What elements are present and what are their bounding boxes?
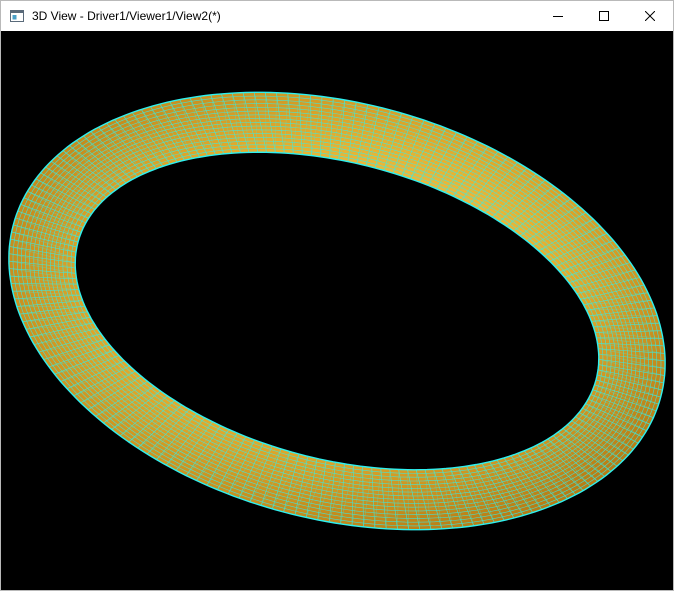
- window-app-icon: [10, 10, 24, 22]
- window-title: 3D View - Driver1/Viewer1/View2(*): [32, 9, 221, 23]
- close-icon: [645, 11, 655, 21]
- maximize-button[interactable]: [581, 1, 627, 31]
- close-button[interactable]: [627, 1, 673, 31]
- minimize-icon: [553, 16, 563, 17]
- viewer-window: 3D View - Driver1/Viewer1/View2(*): [0, 0, 674, 591]
- torus-model[interactable]: [1, 31, 673, 590]
- title-bar[interactable]: 3D View - Driver1/Viewer1/View2(*): [1, 1, 673, 31]
- maximize-icon: [599, 11, 609, 21]
- 3d-viewport[interactable]: [1, 31, 673, 590]
- minimize-button[interactable]: [535, 1, 581, 31]
